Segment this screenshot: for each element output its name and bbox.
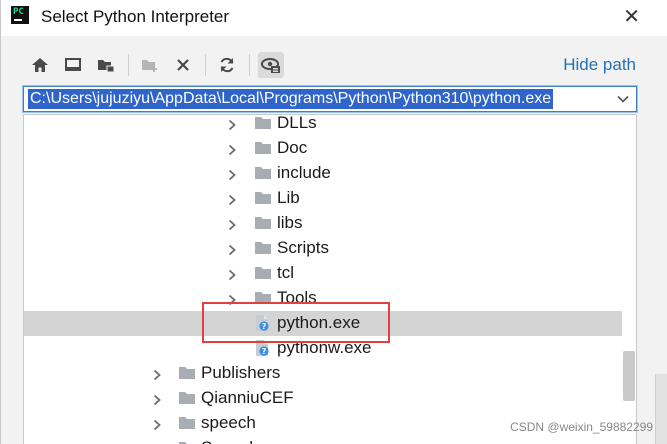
tree-item-label: Scripts [277, 238, 329, 257]
folder-icon [179, 366, 196, 385]
chevron-right-icon[interactable] [227, 293, 237, 311]
tree-item-label: Lib [277, 188, 300, 207]
folder-icon [255, 141, 272, 160]
delete-button[interactable] [170, 52, 196, 78]
chevron-right-icon[interactable] [227, 218, 237, 236]
chevron-down-icon[interactable] [616, 92, 630, 106]
tree-item-label: QianniuCEF [201, 388, 294, 407]
tree-folder-row[interactable]: libs [24, 211, 622, 236]
folder-icon [255, 266, 272, 285]
home-button[interactable] [27, 52, 53, 78]
path-input[interactable]: C:\Users\jujuziyu\AppData\Local\Programs… [28, 89, 554, 109]
chevron-right-icon[interactable] [227, 168, 237, 186]
tree-folder-row[interactable]: Tools [24, 286, 622, 311]
tree-folder-row[interactable]: Scripts [24, 236, 622, 261]
tree-item-label: Speech [201, 437, 259, 444]
tree-folder-row[interactable]: QianniuCEF [24, 386, 622, 411]
tree-folder-row[interactable]: DLLs [24, 114, 622, 136]
tree-folder-row[interactable]: Doc [24, 136, 622, 161]
tree-folder-row[interactable]: Speech [24, 436, 622, 444]
path-combobox[interactable]: C:\Users\jujuziyu\AppData\Local\Programs… [23, 86, 637, 112]
watermark: CSDN @weixin_59882299 [510, 420, 653, 434]
folder-icon [255, 241, 272, 260]
project-button[interactable] [93, 52, 119, 78]
chevron-right-icon[interactable] [227, 268, 237, 286]
tree-item-label: tcl [277, 263, 294, 282]
folder-icon [255, 116, 272, 135]
toolbar-separator [128, 54, 129, 76]
toolbar-separator [249, 54, 250, 76]
folder-icon [179, 391, 196, 410]
executable-file-icon: ? [255, 314, 271, 337]
svg-text:?: ? [262, 347, 266, 356]
tree-file-row[interactable]: ? python.exe [24, 311, 622, 336]
delete-icon [177, 59, 189, 71]
scrollbar-thumb[interactable] [623, 351, 635, 401]
chevron-right-icon[interactable] [227, 118, 237, 136]
tree-item-label: libs [277, 213, 303, 232]
folder-icon [255, 191, 272, 210]
toolbar-separator [205, 54, 206, 76]
show-hidden-files-button[interactable] [258, 52, 284, 78]
folder-icon [179, 416, 196, 435]
svg-text:?: ? [262, 322, 266, 331]
close-button[interactable]: ✕ [623, 4, 640, 28]
vertical-scrollbar[interactable] [622, 115, 636, 444]
show-hidden-icon [261, 58, 280, 73]
desktop-icon [65, 58, 81, 71]
refresh-icon [220, 57, 234, 73]
tree-item-label: pythonw.exe [277, 338, 372, 357]
tree-item-label: Publishers [201, 363, 281, 382]
tree-folder-row[interactable]: tcl [24, 261, 622, 286]
chevron-right-icon[interactable] [152, 368, 162, 386]
tree-item-label: speech [201, 413, 256, 432]
hide-path-link[interactable]: Hide path [563, 55, 636, 75]
refresh-button[interactable] [214, 52, 240, 78]
tree-item-label: Tools [277, 288, 317, 307]
new-folder-button[interactable] [137, 52, 163, 78]
dialog-title: Select Python Interpreter [41, 7, 230, 26]
tree-folder-row[interactable]: include [24, 161, 622, 186]
tree-item-label: python.exe [277, 313, 361, 332]
chevron-right-icon[interactable] [152, 393, 162, 411]
folder-icon [255, 216, 272, 235]
tree-item-label: DLLs [277, 114, 317, 132]
folder-icon [255, 166, 272, 185]
pycharm-logo-icon: PC [11, 6, 29, 24]
chevron-right-icon[interactable] [227, 243, 237, 261]
background-window-edge [655, 374, 667, 444]
project-folder-icon [98, 60, 115, 73]
tree-file-row[interactable]: ? pythonw.exe [24, 336, 622, 361]
tree-item-label: include [277, 163, 331, 182]
file-chooser-toolbar [27, 52, 291, 78]
desktop-button[interactable] [60, 52, 86, 78]
chevron-right-icon[interactable] [227, 143, 237, 161]
home-icon [32, 58, 48, 72]
chevron-right-icon[interactable] [152, 418, 162, 436]
file-tree[interactable]: Speech speech QianniuCEF Publishers? pythonw… [23, 114, 637, 444]
folder-icon [255, 291, 272, 310]
title-bar: PC Select Python Interpreter ✕ [1, 0, 667, 36]
tree-folder-row[interactable]: Publishers [24, 361, 622, 386]
tree-folder-row[interactable]: Lib [24, 186, 622, 211]
new-folder-icon [142, 60, 157, 72]
select-interpreter-dialog: PC Select Python Interpreter ✕ Hide path [0, 0, 667, 444]
tree-item-label: Doc [277, 138, 308, 157]
chevron-right-icon[interactable] [227, 193, 237, 211]
executable-file-icon: ? [255, 339, 271, 362]
